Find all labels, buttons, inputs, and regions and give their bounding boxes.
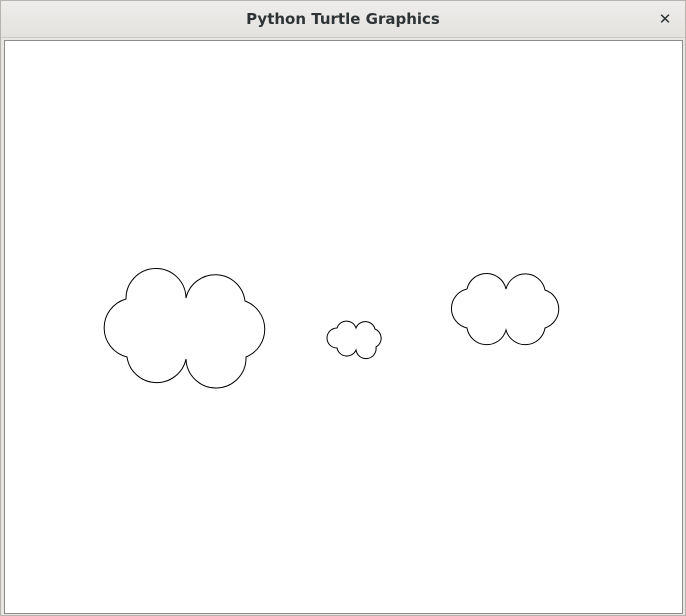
close-button[interactable]: ✕ — [653, 7, 677, 31]
cloud-large — [103, 268, 266, 389]
cloud-medium — [451, 273, 560, 346]
title-bar[interactable]: Python Turtle Graphics ✕ — [1, 1, 685, 38]
turtle-canvas-frame[interactable] — [4, 40, 683, 614]
turtle-canvas[interactable] — [5, 41, 682, 613]
window-title: Python Turtle Graphics — [246, 10, 440, 28]
turtle-window: Python Turtle Graphics ✕ — [0, 0, 686, 616]
close-icon: ✕ — [658, 10, 672, 28]
cloud-small — [326, 320, 382, 360]
